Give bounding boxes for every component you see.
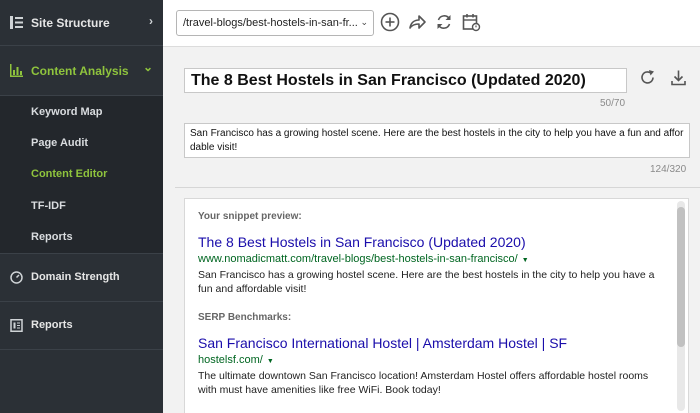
snippet-preview-label: Your snippet preview:: [198, 211, 302, 222]
toolbar: /travel-blogs/best-hostels-in-san-fr... …: [163, 0, 700, 47]
sidebar-item-site-structure[interactable]: Site Structure ›: [0, 0, 163, 46]
schedule-icon[interactable]: [460, 11, 482, 33]
title-char-counter: 50/70: [600, 98, 626, 109]
benchmark-title-link[interactable]: San Francisco International Hostel | Ams…: [198, 335, 688, 351]
sidebar-item-tf-idf[interactable]: TF-IDF: [0, 190, 163, 221]
snippet-description: San Francisco has a growing hostel scene…: [198, 269, 655, 295]
sidebar-item-label: Content Analysis: [31, 63, 129, 78]
sidebar-item-page-audit[interactable]: Page Audit: [0, 127, 163, 158]
share-icon[interactable]: [406, 11, 428, 33]
meta-title-value: The 8 Best Hostels in San Francisco (Upd…: [191, 72, 586, 89]
caret-down-icon[interactable]: ▼: [267, 358, 274, 365]
sidebar: Site Structure › Content Analysis ⌄ Keyw…: [0, 0, 163, 413]
snippet-preview-panel: Your snippet preview: The 8 Best Hostels…: [184, 198, 689, 413]
add-icon[interactable]: [379, 11, 401, 33]
sidebar-item-reports[interactable]: Reports: [0, 302, 163, 350]
gauge-icon: [9, 270, 23, 284]
refresh-icon[interactable]: [637, 67, 657, 87]
sidebar-item-label: Reports: [31, 319, 73, 332]
benchmark-url-text: hostelsf.com/: [198, 354, 263, 366]
snippet-url: www.nomadicmatt.com/travel-blogs/best-ho…: [198, 253, 688, 267]
benchmark-url: hostelsf.com/ ▼: [198, 354, 688, 368]
url-select[interactable]: /travel-blogs/best-hostels-in-san-fr... …: [176, 10, 374, 36]
site-structure-icon: [9, 16, 23, 30]
scrollbar-thumb[interactable]: [677, 207, 685, 347]
sidebar-item-content-editor[interactable]: Content Editor: [0, 159, 163, 190]
sidebar-item-label: Domain Strength: [31, 271, 120, 284]
url-select-value: /travel-blogs/best-hostels-in-san-fr...: [183, 17, 358, 29]
sidebar-item-domain-strength[interactable]: Domain Strength: [0, 254, 163, 302]
refresh-icon[interactable]: [433, 11, 455, 33]
benchmark-description: The ultimate downtown San Francisco loca…: [198, 370, 649, 396]
meta-title-input[interactable]: The 8 Best Hostels in San Francisco (Upd…: [184, 68, 627, 93]
divider: [175, 187, 700, 188]
meta-description-input[interactable]: San Francisco has a growing hostel scene…: [184, 123, 690, 158]
sidebar-item-reports-sub[interactable]: Reports: [0, 222, 163, 253]
serp-benchmarks-label: SERP Benchmarks:: [198, 312, 292, 323]
chart-icon: [9, 64, 23, 78]
sidebar-item-content-analysis[interactable]: Content Analysis ⌄: [0, 46, 163, 96]
content-editor: The 8 Best Hostels in San Francisco (Upd…: [163, 47, 700, 413]
download-icon[interactable]: [668, 67, 688, 87]
chevron-right-icon: ›: [149, 14, 153, 28]
sidebar-item-label: Site Structure: [31, 15, 110, 30]
snippet-title-link[interactable]: The 8 Best Hostels in San Francisco (Upd…: [198, 234, 688, 250]
report-icon: [9, 318, 23, 332]
caret-down-icon[interactable]: ▼: [522, 257, 529, 264]
chevron-down-icon: ⌄: [360, 17, 368, 27]
snippet-url-text: www.nomadicmatt.com/travel-blogs/best-ho…: [198, 253, 518, 265]
sidebar-item-keyword-map[interactable]: Keyword Map: [0, 96, 163, 127]
chevron-down-icon: ⌄: [142, 60, 153, 74]
content-analysis-submenu: Keyword Map Page Audit Content Editor TF…: [0, 96, 163, 253]
description-char-counter: 124/320: [650, 164, 687, 175]
